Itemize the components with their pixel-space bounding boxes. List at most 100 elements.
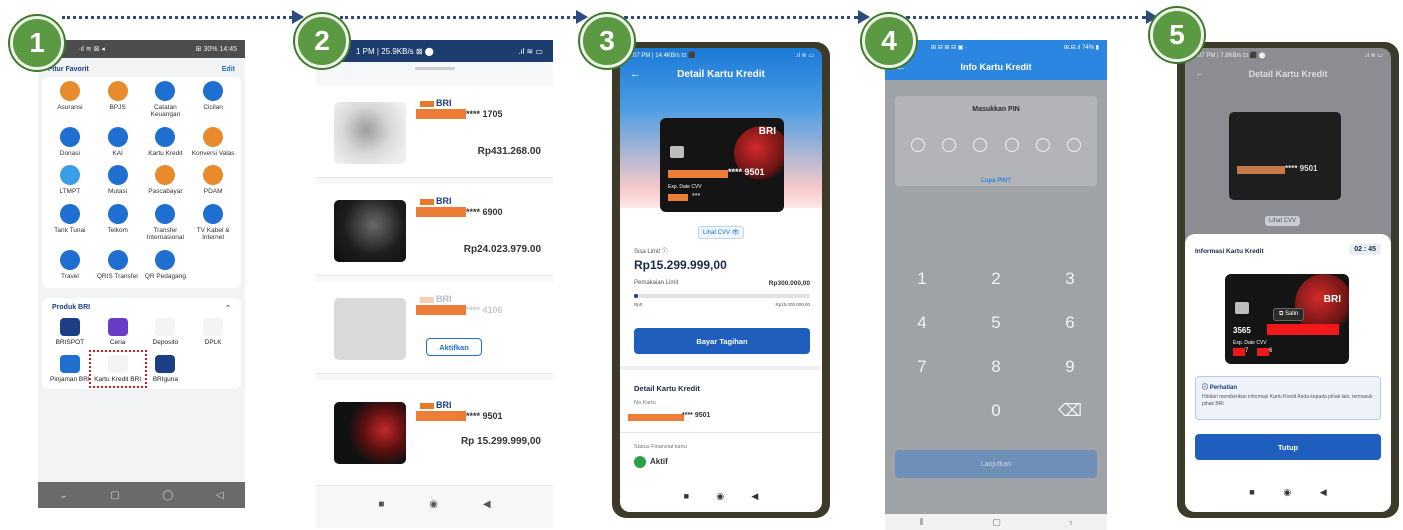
home-icon[interactable]: ▢ xyxy=(992,517,1001,528)
menu-item-bpjs[interactable]: BPJS xyxy=(94,81,142,119)
menu-item-ltmpt[interactable]: LTMPT xyxy=(46,165,94,195)
product-ceria[interactable]: Ceria xyxy=(94,318,142,346)
keypad-key-2[interactable]: 2 xyxy=(959,268,1033,290)
next-button[interactable]: Lanjutkan xyxy=(895,450,1097,478)
card-no-label: No Kartu xyxy=(634,400,656,406)
pay-bill-button[interactable]: Bayar Tagihan xyxy=(634,328,810,354)
phone-screen: 8:07 PM | 14.4KB/s ⊡ ⬛ .ıl ≋ ▭ ← Detail … xyxy=(620,48,822,512)
globe-icon xyxy=(155,203,176,224)
menu-item-transfer-internasional[interactable]: Transfer Internasional xyxy=(142,203,190,242)
menu-item-konversi-valas[interactable]: Konversi Valas xyxy=(189,126,237,157)
back-icon[interactable]: ‹ xyxy=(1070,517,1073,527)
product-brispot[interactable]: BRISPOT xyxy=(46,318,94,346)
redacted-number xyxy=(668,170,728,178)
keypad-key-9[interactable]: 9 xyxy=(1033,356,1107,378)
menu-item-kai[interactable]: KAI xyxy=(94,126,142,157)
home-icon[interactable]: ◉ xyxy=(429,499,438,510)
keypad-key-4[interactable]: 4 xyxy=(885,312,959,334)
keypad-key-3[interactable]: 3 xyxy=(1033,268,1107,290)
status-left: 1 PM | 25.9KB/s ⊠ ⬤ xyxy=(356,46,434,56)
keypad-key-6[interactable]: 6 xyxy=(1033,312,1107,334)
product-logo-icon xyxy=(107,354,128,373)
menu-item-mutasi[interactable]: Mutasi xyxy=(94,165,142,195)
menu-item-tv-kabel-internet[interactable]: TV Kabel & Internet xyxy=(189,203,237,242)
status-right: .ıl ≋ ▭ xyxy=(1364,53,1383,59)
bri-logo: BRI xyxy=(420,400,452,410)
card-icon xyxy=(155,126,176,147)
back-icon[interactable]: ◀ xyxy=(483,499,491,510)
backspace-icon[interactable]: ⌫ xyxy=(1033,400,1107,422)
menu-item-qr-pedagang[interactable]: QR Pedagang xyxy=(142,249,190,280)
cvv-partial: 6 xyxy=(1269,348,1273,354)
eye-icon: 👁 xyxy=(731,230,740,236)
card-chip xyxy=(1235,302,1249,314)
recents-icon[interactable]: ⦀ xyxy=(919,517,923,528)
close-button[interactable]: Tutup xyxy=(1195,434,1381,460)
menu-item-donasi[interactable]: Donasi xyxy=(46,126,94,157)
sheet-handle[interactable] xyxy=(414,67,455,70)
recents-icon[interactable]: ■ xyxy=(684,491,689,502)
menu-item-qris-transfer[interactable]: QRIS Transfer xyxy=(94,249,142,280)
back-arrow-icon[interactable]: ← xyxy=(630,68,641,80)
menu-item-pdam[interactable]: PDAM xyxy=(189,165,237,195)
chevron-down-icon[interactable]: ⌄ xyxy=(59,490,67,501)
qr-icon xyxy=(107,249,128,270)
step-2-badge: 2 xyxy=(295,14,349,68)
menu-item-telkom[interactable]: Telkom xyxy=(94,203,142,242)
product-kartu-kredit-bri[interactable]: Kartu Kredit BRI xyxy=(88,349,147,389)
android-nav-bar: ■ ◉ ◀ xyxy=(1185,487,1391,498)
menu-item-tarik-tunai[interactable]: Tarik Tunai xyxy=(46,203,94,242)
home-icon[interactable]: ◉ xyxy=(1283,487,1291,498)
card-item-selected[interactable]: BRI **** 9501 Rp 15.299.999,00 xyxy=(316,380,553,486)
menu-item-label: BPJS xyxy=(109,104,126,111)
background-show-cvv: Lihat CVV xyxy=(1265,216,1301,226)
home-icon[interactable]: ◉ xyxy=(716,491,724,502)
card-thumbnail-grey xyxy=(334,298,406,360)
flow-line-1-2 xyxy=(62,16,292,19)
product-deposito[interactable]: Deposito xyxy=(142,318,190,346)
recents-icon[interactable]: ■ xyxy=(378,499,384,510)
activate-button[interactable]: Aktifkan xyxy=(426,338,482,356)
keypad-key-1[interactable]: 1 xyxy=(885,268,959,290)
keypad-key-7[interactable]: 7 xyxy=(885,356,959,378)
back-arrow-icon[interactable]: ← xyxy=(1195,68,1204,78)
product-pinjaman-bri[interactable]: Pinjaman BRI xyxy=(46,354,94,383)
keypad-key-8[interactable]: 8 xyxy=(959,356,1033,378)
menu-item-kartu-kredit[interactable]: Kartu Kredit xyxy=(142,126,190,157)
chevron-up-icon[interactable]: ⌃ xyxy=(225,304,231,312)
recents-icon[interactable]: ■ xyxy=(1249,487,1254,498)
back-icon[interactable]: ◁ xyxy=(216,490,224,501)
menu-item-asuransi[interactable]: Asuransi xyxy=(46,81,94,119)
limit-usage-bar xyxy=(634,294,810,298)
financial-status-label: Status Finansial kartu xyxy=(634,444,687,450)
pin-label: Masukkan PIN xyxy=(972,106,1020,113)
menu-item-catatan-keuangan[interactable]: Catatan Keuangan xyxy=(142,81,190,119)
keypad-key-0[interactable]: 0 xyxy=(959,400,1033,422)
status-icons: ⊞ ⊟ ⊞ ⊟ ▣ · xyxy=(931,44,968,51)
forgot-pin-link[interactable]: Lupa PIN? xyxy=(885,178,1107,184)
step-5-badge: 5 xyxy=(1150,8,1204,62)
home-icon[interactable]: ◯ xyxy=(162,490,173,501)
menu-item-label: LTMPT xyxy=(59,188,81,196)
back-icon[interactable]: ◀ xyxy=(1320,487,1327,498)
telephone-icon xyxy=(107,203,128,224)
phone-screen: 8:07 PM | 7.8KB/s ⊡ ⬛ ⬤ .ıl ≋ ▭ ← Detail… xyxy=(1185,48,1391,512)
status-icons: ·ıl ≋ ⊠ ◂ xyxy=(78,46,105,53)
card-item[interactable]: BRI **** 4106 Aktifkan xyxy=(316,282,553,374)
keypad-key-5[interactable]: 5 xyxy=(959,312,1033,334)
product-dplk[interactable]: DPLK xyxy=(189,318,237,346)
store-icon xyxy=(155,249,176,270)
edit-button[interactable]: Edit xyxy=(222,66,235,73)
card-item[interactable]: BRI **** 6900 Rp24.023.979.00 xyxy=(316,184,553,276)
card-chip xyxy=(670,146,684,158)
menu-item-pascabayar[interactable]: Pascabayar xyxy=(142,165,190,195)
recents-icon[interactable]: ▢ xyxy=(110,490,119,501)
show-cvv-button[interactable]: Lihat CVV 👁 xyxy=(698,226,745,239)
card-item[interactable]: BRI **** 1705 Rp431.268.00 xyxy=(316,86,553,178)
copy-button[interactable]: ⧉ Salin xyxy=(1273,308,1305,321)
menu-item-cicilan[interactable]: Cicilan xyxy=(189,81,237,119)
product-briguna[interactable]: BRIguna xyxy=(142,354,190,383)
back-icon[interactable]: ◀ xyxy=(751,491,758,502)
menu-item-travel[interactable]: Travel xyxy=(46,249,94,280)
products-header[interactable]: Produk BRI ⌃ xyxy=(46,302,237,318)
